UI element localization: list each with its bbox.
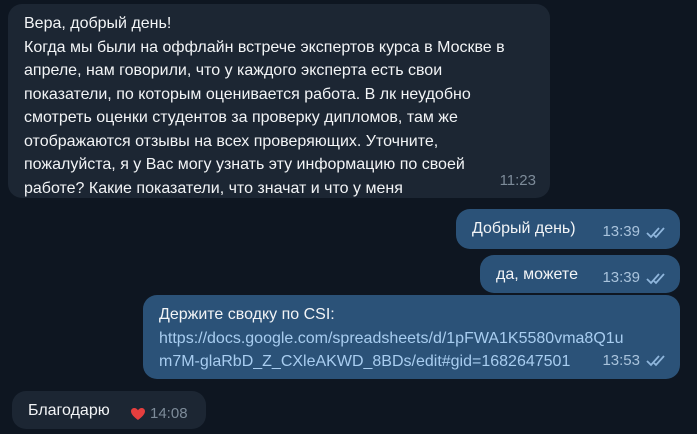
message-text: Вера, добрый день! Когда мы были на оффл… [24,12,536,200]
message-line: работе? Какие показатели, что значат и ч… [24,179,403,197]
read-checkmarks-icon [646,273,665,285]
message-line: Когда мы были на оффлайн встрече эксперт… [24,38,505,56]
message-text: да, можете [496,266,578,283]
read-checkmarks-icon [646,227,665,239]
message-time: 13:53 [602,351,640,369]
message-meta: 13:53 [602,349,668,373]
link-line: https://docs.google.com/spreadsheets/d/1… [159,329,624,347]
message-text: Добрый день) [472,220,576,237]
message-meta: 13:39 [602,266,668,290]
message-line: пожалуйста, я у Вас могу узнать эту инфо… [24,156,465,173]
message-meta: 14:08 [130,402,188,426]
message-text: Держите сводку по CSI: [159,306,335,323]
message-meta: 11:23 [500,169,536,193]
message-time: 13:39 [602,269,640,286]
spreadsheet-link[interactable]: https://docs.google.com/spreadsheets/d/1… [159,327,668,374]
message-time: 11:23 [499,171,536,189]
message-bubble-outgoing[interactable]: да, можете 13:39 [480,255,680,293]
message-bubble-outgoing[interactable]: Добрый день) 13:39 [456,209,680,249]
read-checkmarks-icon [646,355,665,367]
message-time: 14:08 [150,405,188,422]
heart-icon[interactable] [130,407,146,421]
message-line: показатели, по которым оценивается работ… [24,85,471,103]
message-meta: 13:39 [602,220,668,244]
link-line: m7M-glaRbD_Z_CXleAKWD_8BDs/edit#gid=1682… [159,353,571,370]
message-text: Благодарю [28,402,110,419]
message-time: 13:39 [602,223,640,240]
message-line: отображаются отзывы на всех проверяющих.… [24,132,439,150]
message-bubble-incoming[interactable]: Благодарю 14:08 [12,391,206,429]
message-line: апреле, нам говорили, что у каждого эксп… [24,62,443,79]
message-bubble-outgoing[interactable]: Держите сводку по CSI: https://docs.goog… [143,295,680,379]
message-line: Вера, добрый день! [24,15,172,32]
message-line: смотреть оценки студентов за проверку ди… [24,109,458,126]
message-bubble-incoming[interactable]: Вера, добрый день! Когда мы были на оффл… [8,4,550,198]
